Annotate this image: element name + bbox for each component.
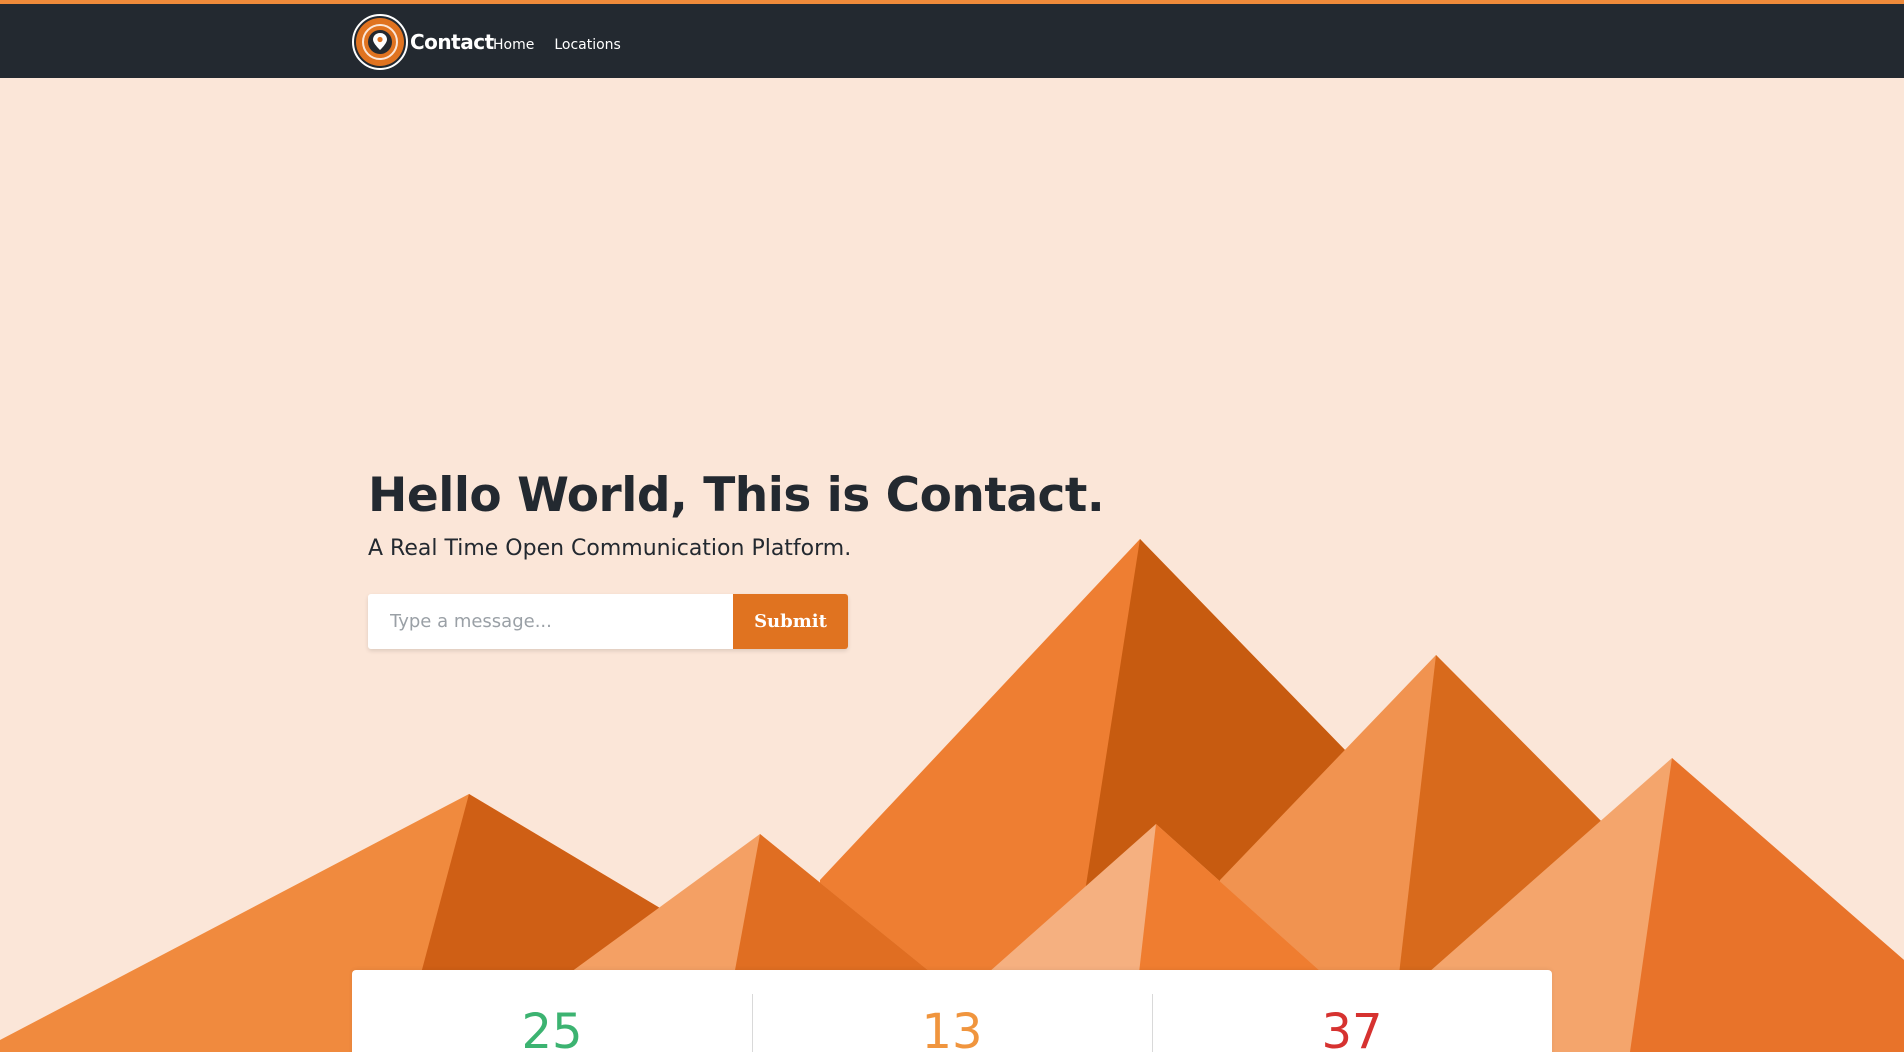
nav-link-locations[interactable]: Locations (554, 37, 621, 53)
stat-value: 37 (1321, 1004, 1383, 1052)
hero-subtitle: A Real Time Open Communication Platform. (368, 535, 852, 561)
stats-card: 25 13 37 (352, 970, 1552, 1052)
stat-item: 25 (352, 970, 752, 1052)
location-pin-icon (352, 14, 408, 70)
hero-title: Hello World, This is Contact. (368, 468, 1105, 523)
submit-button[interactable]: Submit (733, 594, 848, 649)
stat-value: 25 (521, 1004, 583, 1052)
navbar: Contact Home Locations (0, 4, 1904, 78)
message-input[interactable] (368, 594, 733, 649)
nav-link-home[interactable]: Home (493, 37, 534, 53)
app-root: Contact Home Locations Hello World, This… (0, 0, 1904, 1052)
stat-value: 13 (921, 1004, 983, 1052)
stat-item: 13 (752, 970, 1152, 1052)
brand-name: Contact (410, 30, 494, 54)
message-form: Submit (368, 594, 848, 649)
nav-links: Home Locations (493, 8, 621, 82)
hero-section: Hello World, This is Contact. A Real Tim… (368, 468, 1105, 561)
brand-link[interactable]: Contact (352, 12, 494, 72)
stat-item: 37 (1152, 970, 1552, 1052)
